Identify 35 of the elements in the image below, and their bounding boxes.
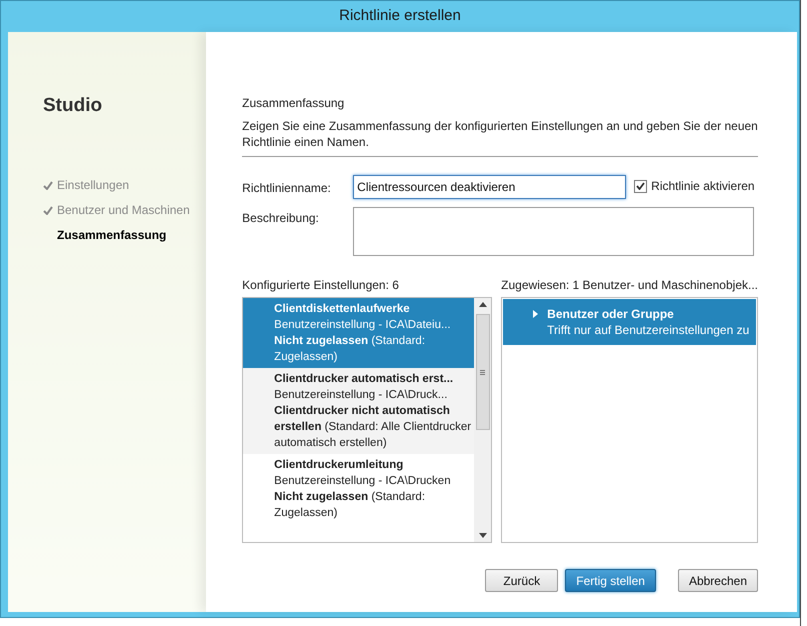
description-text: Zeigen Sie eine Zusammenfassung der konfigurierten Einstellungen an und geben Sie der neuen Richtlinie einen Namen. (242, 118, 758, 157)
app-title: Studio (43, 94, 104, 118)
settings-list-item[interactable]: Clientdiskettenlaufwerke Benutzereinstellung - ICA\Dateiu... Nicht zugelassen (Standard: Zugelassen) (243, 298, 474, 368)
description-field[interactable] (353, 207, 754, 256)
scroll-down-icon[interactable] (478, 533, 487, 538)
setting-path: Benutzereinstellung - ICA\Dateiu... (274, 318, 452, 333)
assigned-list-item[interactable]: Benutzer oder Gruppe Trifft nur auf Benutzereinstellungen zu (503, 299, 756, 345)
list-label: Konfigurierte Einstellungen: 6 (242, 277, 400, 294)
settings-list-item[interactable]: Clientdrucker automatisch erst... Benutzereinstellung - ICA\Druck... Clientdrucker nicht automatisch erstellen (Standard: Alle Clientdrucker automatisch erstellen) (243, 368, 474, 454)
field-label: Beschreibung: (242, 210, 320, 227)
scroll-up-icon[interactable] (478, 302, 487, 307)
setting-title: Clientdruckerumleitung (274, 458, 404, 473)
cancel-button[interactable]: Abbrechen (678, 569, 758, 592)
scrollbar[interactable] (474, 298, 492, 542)
list-label: Zugewiesen: 1 Benutzer- und Maschinenobjek... (501, 277, 758, 294)
checkbox-label: Richtlinie aktivieren (651, 178, 755, 195)
setting-path: Benutzereinstellung - ICA\Drucken (274, 474, 452, 489)
setting-value: Nicht zugelassen (Standard: Zugelassen) (274, 334, 426, 365)
name-field[interactable]: Clientressourcen deaktivieren (353, 175, 626, 199)
setting-value: Clientdrucker nicht automatisch erstellen (Standard: Alle Clientdrucker automatisch erstellen) (274, 404, 472, 451)
expand-icon[interactable] (533, 310, 538, 318)
back-button[interactable]: Zurück (485, 569, 558, 592)
setting-title: Clientdrucker automatisch erst... (274, 372, 454, 387)
assignment-detail: Trifft nur auf Benutzereinstellungen zu (547, 322, 750, 338)
section-heading: Zusammenfassung (242, 95, 346, 112)
setting-value: Nicht zugelassen (Standard: Zugelassen) (274, 490, 426, 521)
wizard-step[interactable]: Zusammenfassung (57, 226, 166, 244)
setting-title: Clientdiskettenlaufwerke (274, 302, 411, 317)
scrollbar-thumb[interactable] (476, 314, 490, 430)
assignment-title: Benutzer oder Gruppe (547, 306, 675, 322)
checkbox[interactable] (634, 180, 648, 192)
field-label: Richtlinienname: (242, 180, 332, 197)
finish-button[interactable]: Fertig stellen (565, 569, 656, 592)
setting-path: Benutzereinstellung - ICA\Druck... (274, 388, 448, 403)
window-title: Richtlinie erstellen (338, 6, 462, 26)
